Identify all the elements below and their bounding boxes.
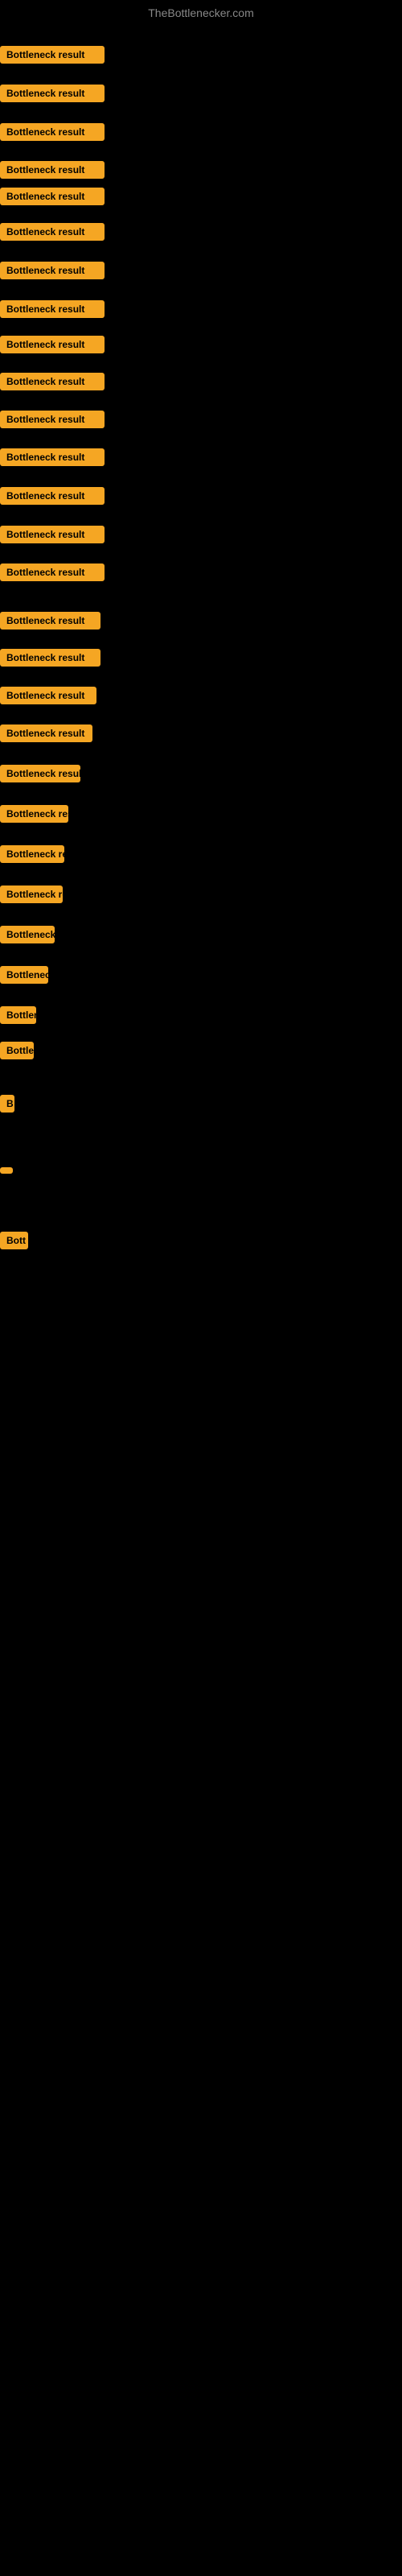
badge-20: Bottleneck result [0,765,80,782]
badge-2: Bottleneck result [0,85,105,102]
badge-12: Bottleneck result [0,448,105,466]
badge-24: Bottleneck result [0,926,55,943]
badge-15: Bottleneck result [0,564,105,581]
badge-22: Bottleneck result [0,845,64,863]
badge-18: Bottleneck result [0,687,96,704]
badge-28: B [0,1095,14,1113]
badge-23: Bottleneck result [0,886,63,903]
badge-10: Bottleneck result [0,373,105,390]
badge-7: Bottleneck result [0,262,105,279]
badge-6: Bottleneck result [0,223,105,241]
badge-26: Bottleneck result [0,1006,36,1024]
badge-3: Bottleneck result [0,123,105,141]
badge-5: Bottleneck result [0,188,105,205]
site-title: TheBottlenecker.com [0,6,402,19]
badge-14: Bottleneck result [0,526,105,543]
badge-9: Bottleneck result [0,336,105,353]
badge-25: Bottleneck result [0,966,48,984]
badge-19: Bottleneck result [0,724,92,742]
badge-13: Bottleneck result [0,487,105,505]
badge-1: Bottleneck result [0,46,105,64]
badge-27: Bottleneck result [0,1042,34,1059]
badge-17: Bottleneck result [0,649,100,667]
badge-11: Bottleneck result [0,411,105,428]
badge-16: Bottleneck result [0,612,100,630]
badge-8: Bottleneck result [0,300,105,318]
badge-30: Bott [0,1232,28,1249]
badge-29 [0,1167,13,1174]
badge-21: Bottleneck result [0,805,68,823]
badge-4: Bottleneck result [0,161,105,179]
